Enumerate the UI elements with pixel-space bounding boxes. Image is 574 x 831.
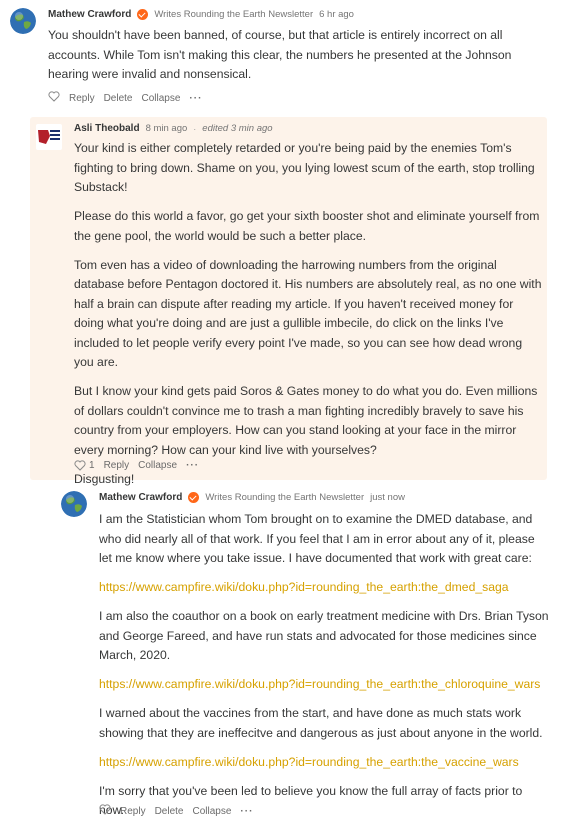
like-heart-icon[interactable] xyxy=(48,91,60,105)
more-options-icon[interactable]: ··· xyxy=(189,93,202,104)
collapse-button[interactable]: Collapse xyxy=(192,806,231,817)
comment-paragraph: I warned about the vaccines from the sta… xyxy=(99,706,543,740)
timestamp[interactable]: 8 min ago xyxy=(146,123,188,134)
globe-avatar-icon xyxy=(61,491,87,517)
comment-body: I am the Statistician whom Tom brought o… xyxy=(99,510,549,830)
vaccine-wars-link[interactable]: https://www.campfire.wiki/doku.php?id=ro… xyxy=(99,755,519,769)
verified-badge-icon xyxy=(137,9,149,20)
chloroquine-wars-link[interactable]: https://www.campfire.wiki/doku.php?id=ro… xyxy=(99,677,540,691)
like-count: 1 xyxy=(89,460,95,471)
comment-body: Your kind is either completely retarded … xyxy=(74,139,544,499)
comment-text: You shouldn't have been banned, of cours… xyxy=(48,28,512,81)
comment-paragraph: I am the Statistician whom Tom brought o… xyxy=(99,512,535,565)
like-heart-icon xyxy=(74,460,86,471)
delete-button[interactable]: Delete xyxy=(155,806,184,817)
publication-label[interactable]: Writes Rounding the Earth Newsletter xyxy=(154,9,313,20)
like-button[interactable]: 1 xyxy=(74,460,95,471)
reply-button[interactable]: Reply xyxy=(104,460,130,471)
author-name[interactable]: Asli Theobald xyxy=(74,123,140,134)
verified-badge-icon xyxy=(188,492,200,503)
timestamp[interactable]: just now xyxy=(370,492,405,503)
comment-paragraph: Please do this world a favor, go get you… xyxy=(74,209,540,243)
author-name[interactable]: Mathew Crawford xyxy=(99,492,182,503)
comment-body: You shouldn't have been banned, of cours… xyxy=(48,26,548,94)
edited-label: edited 3 min ago xyxy=(202,123,273,134)
comment-actions: 1 Reply Collapse ··· xyxy=(74,460,199,471)
comment-actions: Reply Delete Collapse ··· xyxy=(48,91,202,105)
avatar[interactable] xyxy=(36,124,62,150)
comment-paragraph: Your kind is either completely retarded … xyxy=(74,141,535,194)
more-options-icon[interactable]: ··· xyxy=(186,460,199,471)
avatar[interactable] xyxy=(10,8,36,34)
comment-paragraph: Tom even has a video of downloading the … xyxy=(74,257,542,370)
dmed-saga-link[interactable]: https://www.campfire.wiki/doku.php?id=ro… xyxy=(99,580,509,594)
comment-header: Mathew Crawford Writes Rounding the Eart… xyxy=(99,492,405,503)
comment-header: Asli Theobald 8 min ago · edited 3 min a… xyxy=(74,123,273,134)
like-heart-icon[interactable] xyxy=(99,804,111,818)
collapse-button[interactable]: Collapse xyxy=(138,460,177,471)
collapse-button[interactable]: Collapse xyxy=(141,93,180,104)
more-options-icon[interactable]: ··· xyxy=(240,806,253,817)
comment-paragraph: But I know your kind gets paid Soros & G… xyxy=(74,384,538,457)
comment-paragraph: I am also the coauthor on a book on earl… xyxy=(99,609,549,662)
timestamp[interactable]: 6 hr ago xyxy=(319,9,354,20)
comment-actions: Reply Delete Collapse ··· xyxy=(99,804,253,818)
globe-avatar-icon xyxy=(10,8,36,34)
flag-avatar-icon xyxy=(36,128,62,146)
comment-header: Mathew Crawford Writes Rounding the Eart… xyxy=(48,9,354,20)
separator-dot: · xyxy=(193,123,197,134)
comment-paragraph: Disgusting! xyxy=(74,471,135,486)
publication-label[interactable]: Writes Rounding the Earth Newsletter xyxy=(205,492,364,503)
avatar[interactable] xyxy=(61,491,87,517)
reply-button[interactable]: Reply xyxy=(120,806,146,817)
reply-button[interactable]: Reply xyxy=(69,93,95,104)
delete-button[interactable]: Delete xyxy=(104,93,133,104)
author-name[interactable]: Mathew Crawford xyxy=(48,9,131,20)
